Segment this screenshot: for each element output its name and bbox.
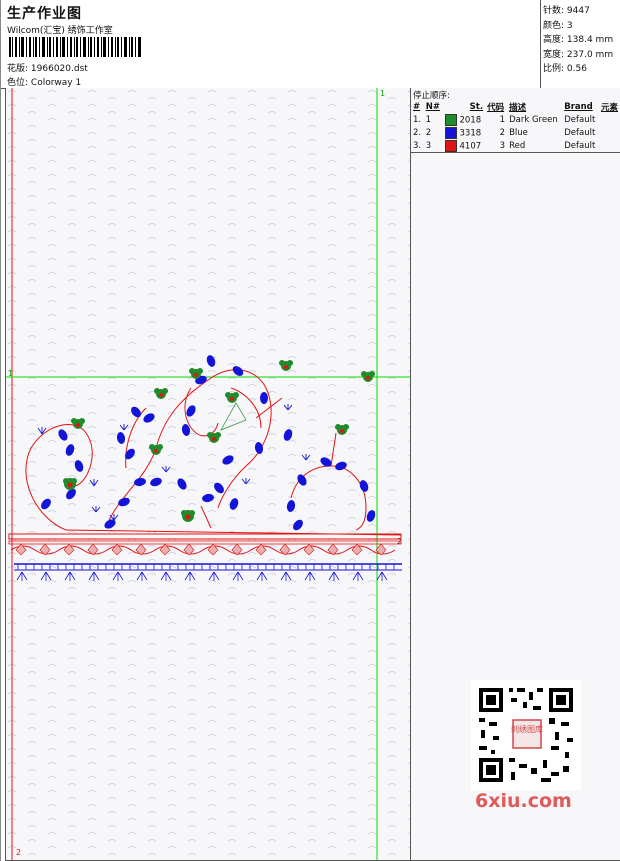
watermark-site: 6xiu.com: [475, 790, 572, 812]
guide-label-left: 1: [8, 369, 13, 378]
table-row[interactable]: 1. 1 2018 1 Dark Green Default: [411, 113, 620, 126]
guide-label-bottom: 2: [16, 848, 21, 857]
stat-scale: 比例: 0.56: [543, 64, 587, 74]
company-name: Wilcom(汇宝) 绣饰工作室: [7, 26, 113, 36]
stat-width: 宽度: 237.0 mm: [543, 49, 614, 60]
colorway-value: Colorway 1: [30, 78, 82, 88]
sequence-title: 停止顺序:: [413, 91, 450, 101]
color-swatch: [444, 126, 457, 139]
stat-stitches: 针数: 9447: [543, 6, 590, 16]
design-stats: 针数: 9447 颜色: 3 高度: 138.4 mm 宽度: 237.0 mm…: [543, 4, 613, 77]
svg-text:刺绣图库: 刺绣图库: [511, 724, 543, 734]
sequence-table: # N# St. 代码 描述 Brand 元素 1. 1 2018 1 Dark…: [411, 100, 620, 152]
col-description: 描述: [509, 102, 527, 113]
color-swatch: [444, 139, 457, 152]
header: 生产作业图 Wilcom(汇宝) 绣饰工作室 花版: 1966020.dst 色…: [1, 0, 620, 89]
col-index: #: [413, 101, 421, 112]
design-value: 1966020.dst: [30, 64, 88, 74]
fabric-texture: [6, 88, 411, 860]
colorway-label: 色位:: [7, 78, 29, 88]
barcode: [9, 37, 141, 57]
sequence-header-row: # N# St. 代码 描述 Brand 元素: [411, 100, 620, 113]
col-n: N#: [425, 101, 440, 112]
col-stitches: St.: [469, 101, 484, 112]
production-sheet: 生产作业图 Wilcom(汇宝) 绣饰工作室 花版: 1966020.dst 色…: [0, 0, 620, 861]
table-row[interactable]: 2. 2 3318 2 Blue Default: [411, 126, 620, 139]
col-code: 代码: [487, 102, 505, 113]
guide-label-top: 1: [380, 89, 385, 98]
embroidery-canvas[interactable]: 1 1 2 2: [5, 88, 412, 861]
colorway: 色位: Colorway 1: [7, 75, 81, 88]
stat-colors: 颜色: 3: [543, 20, 573, 31]
qr-code: 刺绣图库: [471, 680, 581, 790]
col-brand: Brand: [564, 101, 593, 112]
design-file: 花版: 1966020.dst: [7, 61, 88, 74]
stat-height: 高度: 138.4 mm: [543, 35, 614, 45]
color-swatch: [444, 113, 457, 126]
page-title: 生产作业图: [7, 6, 82, 22]
design-label: 花版:: [7, 64, 29, 74]
table-row[interactable]: 3. 3 4107 3 Red Default: [411, 139, 620, 152]
col-element: 元素: [600, 102, 618, 113]
header-divider: [540, 0, 541, 88]
embroidery-design: 1 1 2 2: [6, 88, 411, 860]
